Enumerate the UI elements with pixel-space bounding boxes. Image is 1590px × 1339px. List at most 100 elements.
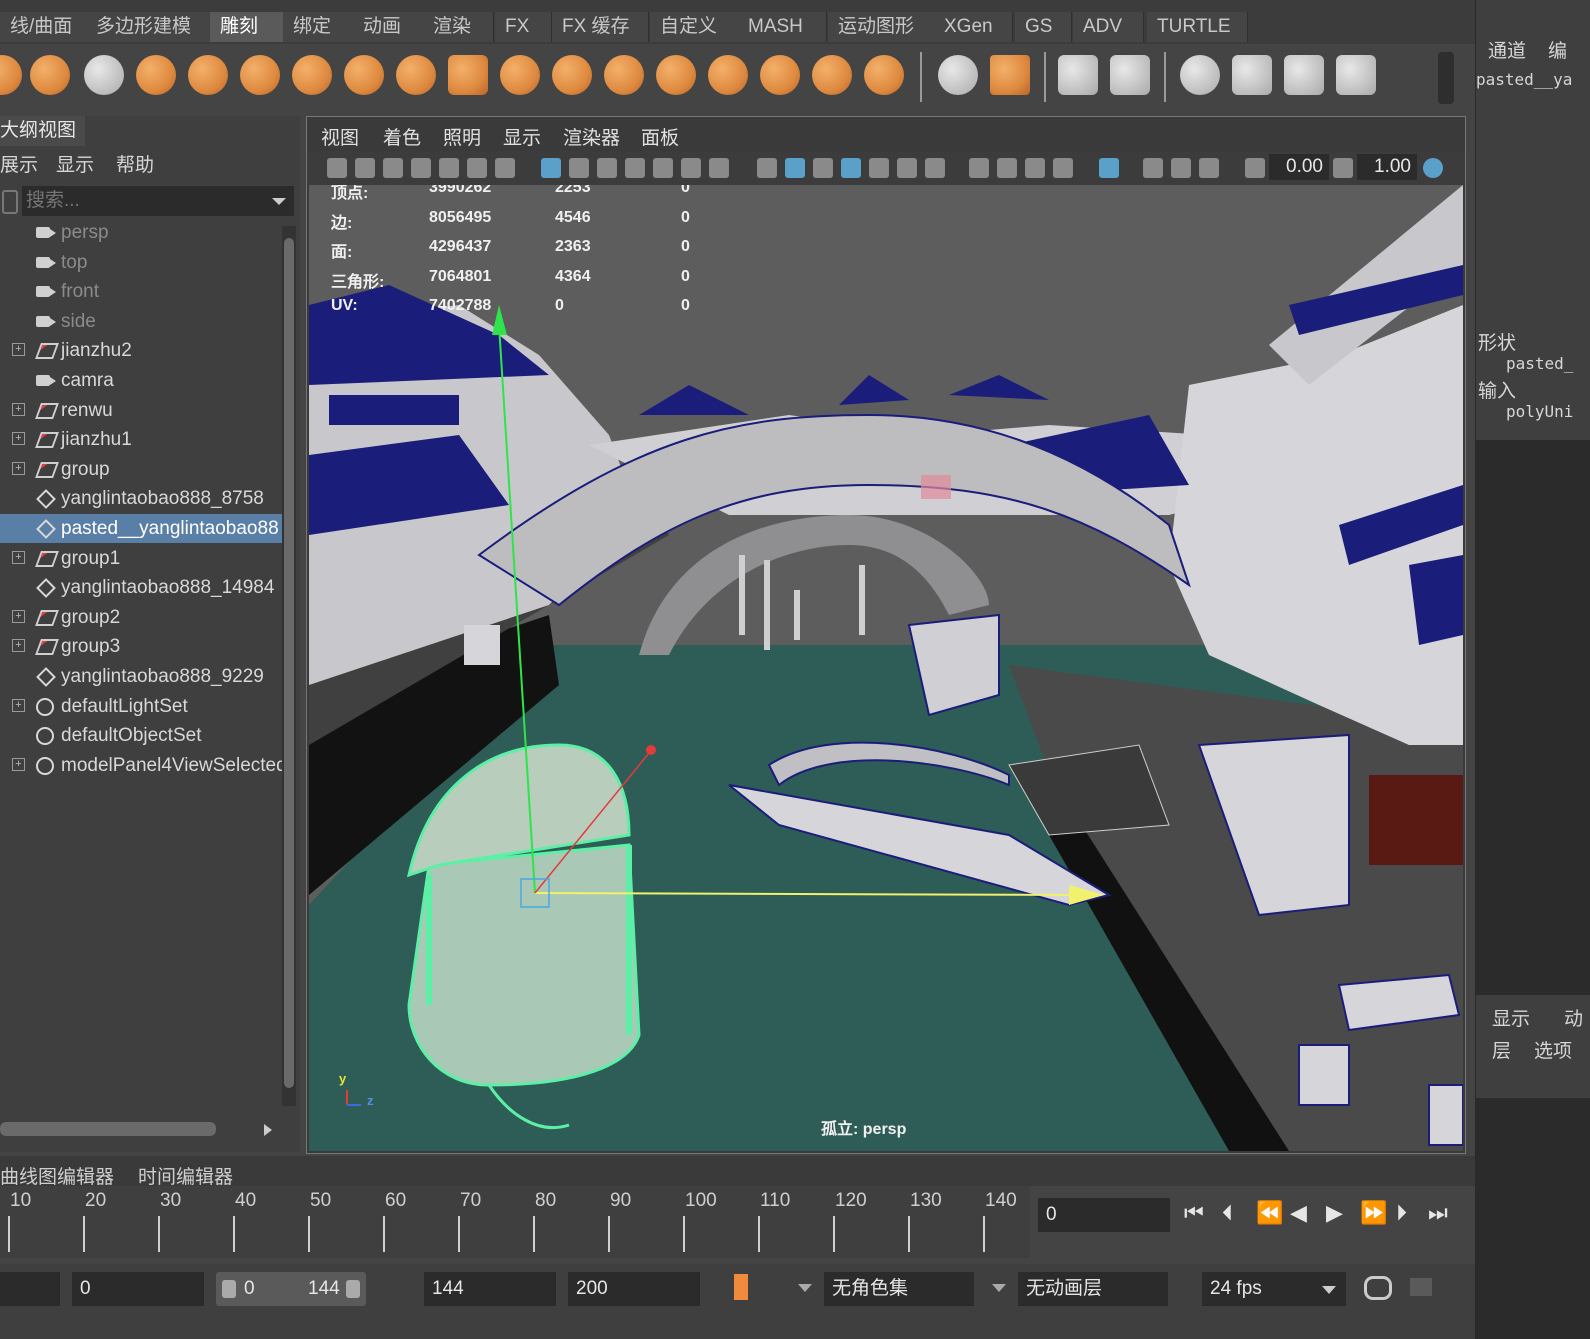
shelf-tab-fx-cache[interactable]: FX 缓存 <box>552 12 649 42</box>
shelf-tab-rigging[interactable]: 绑定 <box>283 12 354 42</box>
outliner-vertical-scrollbar[interactable] <box>282 226 296 1106</box>
outliner-item[interactable]: + group1 <box>0 544 282 573</box>
time-slider[interactable]: 10 20 30 40 50 60 70 80 90 100 110 120 130 140 <box>0 1186 1030 1258</box>
resolution-gate-icon[interactable] <box>597 158 617 178</box>
shelf-tab-gs[interactable]: GS <box>1015 12 1072 42</box>
pinch-tool-icon[interactable] <box>188 55 228 95</box>
outliner-item[interactable]: top <box>0 248 282 277</box>
fps-select[interactable]: 24 fps <box>1202 1272 1346 1306</box>
default-material-icon[interactable] <box>813 158 833 178</box>
expand-toggle-icon[interactable]: + <box>12 343 25 357</box>
outliner-title[interactable]: 大纲视图 <box>0 116 85 146</box>
expand-toggle-icon[interactable]: + <box>12 402 25 416</box>
current-frame-field[interactable]: 0 <box>1038 1198 1170 1232</box>
playback-start-field[interactable]: 0 <box>72 1272 204 1306</box>
camera-attributes-icon[interactable] <box>355 158 375 178</box>
playback-end-field[interactable]: 144 <box>424 1272 556 1306</box>
audio-icon[interactable] <box>1410 1278 1432 1296</box>
animation-end-field[interactable]: 200 <box>568 1272 700 1306</box>
xray-joints-icon[interactable] <box>1199 158 1219 178</box>
repeat-tool-icon[interactable] <box>396 55 436 95</box>
outliner-item[interactable]: yanglintaobao888_14984 <box>0 573 282 602</box>
shelf-scroll-control[interactable] <box>1438 52 1454 104</box>
relax-tool-icon[interactable] <box>84 55 124 95</box>
shelf-tab-curves[interactable]: 线/曲面 <box>0 12 87 42</box>
layer-tab-anim[interactable]: 动 <box>1564 1004 1583 1031</box>
smooth-shade-icon[interactable] <box>785 158 805 178</box>
pencil-icon[interactable] <box>495 158 515 178</box>
scroll-right-arrow-icon[interactable] <box>264 1124 272 1136</box>
shelf-tab-mash[interactable]: MASH <box>738 12 827 42</box>
gamma-field[interactable]: 1.00 <box>1357 154 1417 180</box>
input-name[interactable]: polyUni <box>1506 402 1573 421</box>
outliner-menu-help[interactable]: 帮助 <box>116 150 154 177</box>
stamp-icon[interactable] <box>1180 55 1220 95</box>
safe-title-icon[interactable] <box>709 158 729 178</box>
motion-blur-icon[interactable] <box>997 158 1017 178</box>
play-forward-icon[interactable]: ▶ <box>1326 1200 1343 1226</box>
textured-icon[interactable] <box>869 158 889 178</box>
outliner-item[interactable]: + renwu <box>0 396 282 425</box>
shelf-tab-animation[interactable]: 动画 <box>353 12 424 42</box>
knife-tool-icon[interactable] <box>656 55 696 95</box>
outliner-item[interactable]: yanglintaobao888_9229 <box>0 662 282 691</box>
character-icon[interactable] <box>1110 55 1150 95</box>
outliner-item[interactable]: + defaultLightSet <box>0 692 282 721</box>
mesh-display-icon[interactable] <box>1058 55 1098 95</box>
options-menu[interactable]: 选项 <box>1534 1036 1572 1063</box>
shape-name[interactable]: pasted_ <box>1506 354 1573 373</box>
outliner-item[interactable]: + group3 <box>0 632 282 661</box>
character-set-dropdown-icon[interactable] <box>798 1284 812 1292</box>
freeze-tool-icon[interactable] <box>864 55 904 95</box>
safe-action-icon[interactable] <box>681 158 701 178</box>
step-forward-key-icon[interactable]: ⏩ <box>1360 1200 1387 1226</box>
flatten-tool-icon[interactable] <box>240 55 280 95</box>
shelf-tab-custom[interactable]: 自定义 <box>650 12 739 42</box>
viewport-menu-panels[interactable]: 面板 <box>641 123 679 150</box>
search-options-icon[interactable] <box>2 190 18 214</box>
step-back-key-icon[interactable]: ⏪ <box>1256 1200 1283 1226</box>
mask-tool-icon[interactable] <box>990 55 1030 95</box>
depth-of-field-icon[interactable] <box>1053 158 1073 178</box>
fps-dropdown-arrow-icon[interactable] <box>1322 1286 1336 1294</box>
step-forward-frame-icon[interactable]: ⏵ <box>1396 1200 1407 1226</box>
layer-settings-icon[interactable] <box>1284 55 1324 95</box>
outliner-item[interactable]: persp <box>0 218 282 247</box>
channels-tab[interactable]: 通道 <box>1488 36 1526 63</box>
expand-toggle-icon[interactable]: + <box>12 432 25 446</box>
outliner-item[interactable]: + jianzhu1 <box>0 425 282 454</box>
character-set-field[interactable]: 无角色集 <box>824 1272 974 1306</box>
shadows-icon[interactable] <box>925 158 945 178</box>
expand-toggle-icon[interactable]: + <box>12 757 25 771</box>
2d-pan-zoom-icon[interactable] <box>467 158 487 178</box>
outliner-menu-display[interactable]: 显示 <box>56 150 94 177</box>
outliner-item[interactable]: pasted__yanglintaobao88 <box>0 514 282 543</box>
shelf-tab-rendering[interactable]: 渲染 <box>423 12 494 42</box>
xray-active-components-icon[interactable] <box>1171 158 1191 178</box>
outliner-item[interactable]: side <box>0 307 282 336</box>
image-plane-icon[interactable] <box>411 158 431 178</box>
viewport-3d-scene[interactable]: 顶点: 3990262 2253 0 边: 8056495 4546 0 面: 4296437 23… <box>309 185 1463 1151</box>
ambient-occlusion-icon[interactable] <box>969 158 989 178</box>
wax-tool-icon[interactable] <box>500 55 540 95</box>
expand-toggle-icon[interactable]: + <box>12 609 25 623</box>
sculpt-tool-icon[interactable] <box>0 55 22 95</box>
shelf-tab-motion-graphics[interactable]: 运动图形 <box>828 12 939 42</box>
layers-menu[interactable]: 层 <box>1492 1036 1511 1063</box>
viewport-menu-renderer[interactable]: 渲染器 <box>563 123 620 150</box>
outliner-item[interactable]: + modelPanel4ViewSelected <box>0 751 282 780</box>
wireframe-on-shaded-icon[interactable] <box>841 158 861 178</box>
field-chart-icon[interactable] <box>653 158 673 178</box>
smooth-tool-icon[interactable] <box>30 55 70 95</box>
outliner-item[interactable]: + group2 <box>0 603 282 632</box>
expand-toggle-icon[interactable]: + <box>12 550 25 564</box>
grab-tool-icon[interactable] <box>136 55 176 95</box>
shelf-tab-sculpt[interactable]: 雕刻 <box>210 12 291 42</box>
search-input[interactable] <box>22 186 258 216</box>
outliner-item[interactable]: yanglintaobao888_8758 <box>0 484 282 513</box>
play-backward-icon[interactable]: ◀ <box>1290 1200 1307 1226</box>
shelf-tab-xgen[interactable]: XGen <box>934 12 1013 42</box>
grid-icon[interactable] <box>541 158 561 178</box>
tab-graph-editor[interactable]: 曲线图编辑器 <box>0 1162 114 1189</box>
range-slider[interactable]: 0 144 <box>216 1272 366 1306</box>
